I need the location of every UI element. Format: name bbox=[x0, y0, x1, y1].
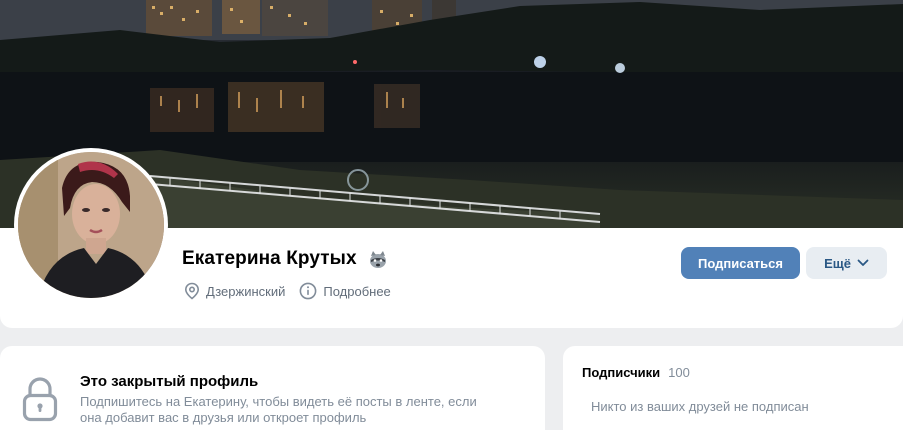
profile-details-link[interactable]: Подробнее bbox=[299, 282, 391, 300]
profile-header: Екатерина Крутых Дзержинский Подробнее П… bbox=[0, 0, 903, 328]
info-circle-icon bbox=[299, 282, 317, 300]
more-button[interactable]: Ещё bbox=[806, 247, 887, 279]
profile-name: Екатерина Крутых bbox=[182, 248, 357, 269]
followers-title: Подписчики bbox=[582, 365, 661, 380]
lock-icon bbox=[22, 377, 58, 422]
profile-name-row: Екатерина Крутых bbox=[182, 248, 389, 270]
profile-details-label: Подробнее bbox=[323, 283, 391, 299]
profile-city-label: Дзержинский bbox=[206, 283, 286, 299]
private-profile-title: Это закрытый профиль bbox=[80, 373, 259, 390]
profile-meta: Дзержинский Подробнее bbox=[184, 282, 405, 300]
location-pin-icon bbox=[184, 282, 200, 300]
subscribe-button[interactable]: Подписаться bbox=[681, 247, 800, 279]
followers-empty-text: Никто из ваших друзей не подписан bbox=[591, 399, 809, 414]
chevron-down-icon bbox=[857, 259, 869, 266]
private-profile-description: Подпишитесь на Екатерину, чтобы видеть е… bbox=[80, 394, 477, 425]
profile-city[interactable]: Дзержинский bbox=[184, 282, 285, 300]
raccoon-emoji-icon[interactable] bbox=[367, 248, 389, 270]
followers-count: 100 bbox=[668, 365, 690, 380]
avatar-photo bbox=[18, 152, 164, 298]
followers-header[interactable]: Подписчики 100 bbox=[582, 365, 690, 380]
profile-avatar[interactable] bbox=[14, 148, 168, 302]
followers-card bbox=[563, 346, 903, 430]
more-button-label: Ещё bbox=[824, 255, 851, 271]
